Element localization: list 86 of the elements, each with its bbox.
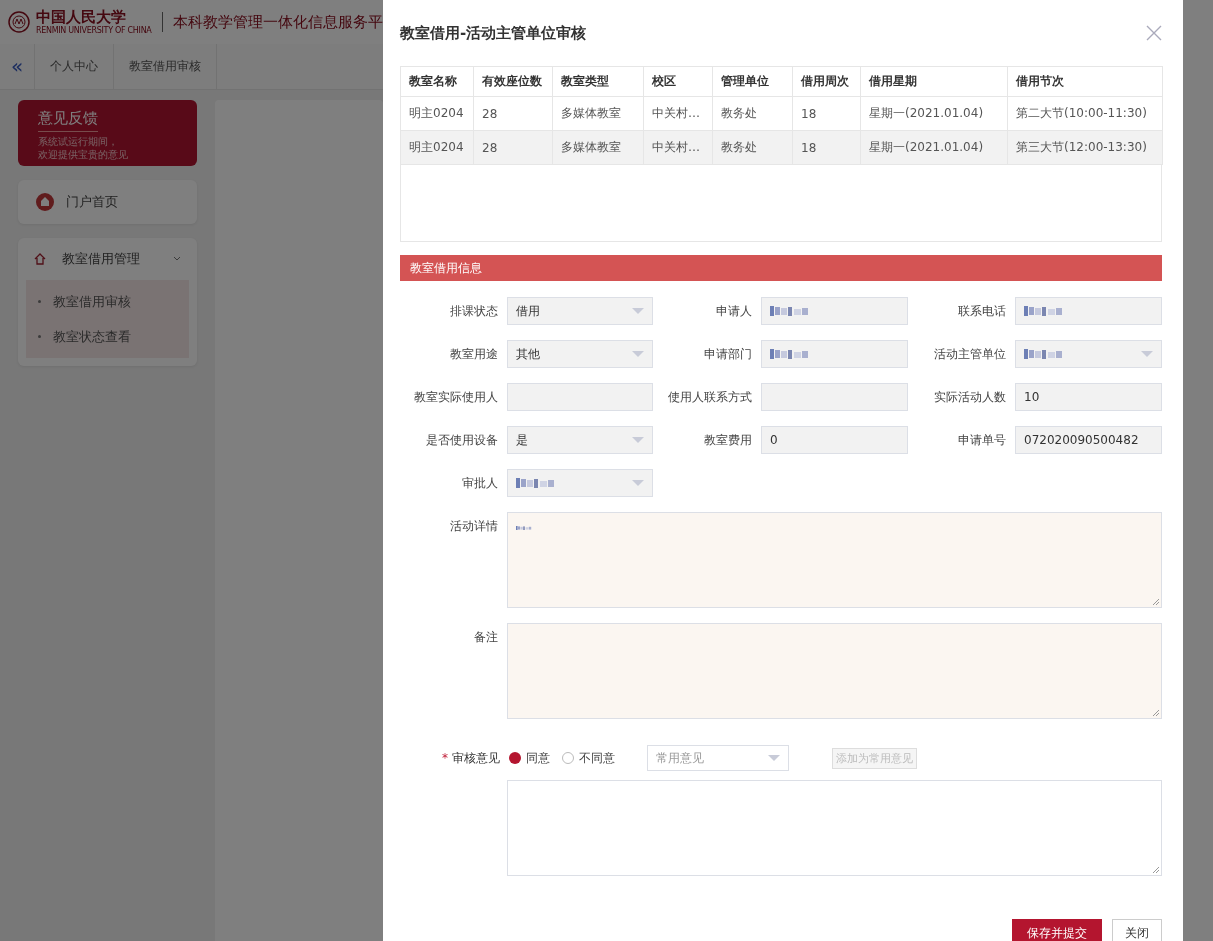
field-label: 申请人 [715, 303, 752, 320]
input-field[interactable] [761, 383, 908, 411]
radio-option[interactable]: 不同意 [562, 749, 615, 767]
table-cell: 明主0204 [400, 96, 474, 131]
field-label: 教室费用 [703, 432, 752, 449]
table-cell: 中关村… [643, 96, 713, 131]
select-field[interactable]: 是 [507, 426, 653, 454]
table-cell: 第三大节(12:00-13:30) [1007, 130, 1163, 165]
close-button[interactable]: 关闭 [1112, 919, 1162, 941]
select-field[interactable]: 其他 [507, 340, 653, 368]
caret-icon [632, 307, 644, 315]
required-mark: * [442, 751, 448, 765]
input-field[interactable]: 10 [1015, 383, 1162, 411]
select-field[interactable] [1015, 340, 1162, 368]
review-comment-field[interactable] [507, 780, 1162, 876]
section-header: 教室借用信息 [400, 255, 1162, 281]
radio-option[interactable]: 同意 [509, 749, 550, 767]
table-cell: 星期一(2021.01.04) [860, 130, 1008, 165]
field-label: 申请部门 [703, 346, 752, 363]
logo-text: 中国人民大学 [36, 9, 127, 25]
dialog-title: 教室借用-活动主管单位审核 [400, 23, 587, 43]
input-field[interactable] [761, 297, 908, 325]
field-label: 联系电话 [957, 303, 1006, 320]
table-cell: 18 [792, 130, 861, 165]
column-header: 教室名称 [400, 66, 474, 97]
feedback-card[interactable]: 意见反馈 系统试运行期间， 欢迎提供宝贵的意见 [18, 100, 197, 166]
table-cell: 教务处 [712, 96, 793, 131]
table-cell: 18 [792, 96, 861, 131]
table-cell: 星期一(2021.01.04) [860, 96, 1008, 131]
house-icon [36, 193, 54, 211]
resize-handle-icon [1152, 598, 1160, 606]
input-field[interactable]: 0 [761, 426, 908, 454]
nav-tab[interactable]: 教室借用审核 [114, 44, 217, 89]
emblem-icon [8, 11, 30, 33]
table-cell: 中关村… [643, 130, 713, 165]
field-label: 审批人 [461, 475, 498, 492]
field-label: 教室用途 [449, 346, 498, 363]
column-header: 借用星期 [860, 66, 1008, 97]
field-label: 备注 [473, 629, 498, 646]
nav-tab[interactable]: 个人中心 [35, 44, 114, 89]
input-field[interactable] [1015, 297, 1162, 325]
app-title: 本科教学管理一体化信息服务平 [172, 12, 383, 32]
close-button[interactable] [1146, 25, 1162, 41]
field-label: 活动详情 [449, 518, 498, 535]
menu-group[interactable]: 教室借用管理 [26, 248, 189, 270]
column-header: 有效座位数 [473, 66, 553, 97]
table-cell: 28 [473, 130, 553, 165]
home-menu-item[interactable]: 门户首页 [18, 180, 197, 224]
table-cell: 多媒体教室 [552, 96, 644, 131]
field-label: 教室实际使用人 [413, 389, 498, 406]
house-icon [34, 253, 46, 265]
field-label: 申请单号 [957, 432, 1006, 449]
field-label: 审核意见 [452, 749, 500, 767]
table-cell: 第二大节(10:00-11:30) [1007, 96, 1163, 131]
select-field[interactable] [507, 469, 653, 497]
column-header: 借用节次 [1007, 66, 1163, 97]
select-field[interactable]: 借用 [507, 297, 653, 325]
resize-handle-icon [1152, 709, 1160, 717]
caret-icon [632, 436, 644, 444]
caret-icon [768, 754, 780, 762]
field-label: 使用人联系方式 [667, 389, 752, 406]
table-cell: 多媒体教室 [552, 130, 644, 165]
text-area[interactable] [507, 512, 1162, 608]
resize-handle-icon [1152, 866, 1160, 874]
column-header: 校区 [643, 66, 713, 97]
logo-subtitle: RENMIN UNIVERSITY OF CHINA [36, 26, 152, 35]
table-cell: 明主0204 [400, 130, 474, 165]
column-header: 管理单位 [712, 66, 793, 97]
field-label: 是否使用设备 [425, 432, 498, 449]
column-header: 借用周次 [792, 66, 861, 97]
column-header: 教室类型 [552, 66, 644, 97]
chevron-icon [173, 256, 181, 262]
text-area[interactable] [507, 623, 1162, 719]
field-label: 实际活动人数 [933, 389, 1006, 406]
table-cell: 教务处 [712, 130, 793, 165]
close-icon [1146, 25, 1162, 41]
input-field[interactable]: 072020090500482 [1015, 426, 1162, 454]
caret-icon [632, 350, 644, 358]
field-label: 排课状态 [449, 303, 498, 320]
field-label: 活动主管单位 [933, 346, 1006, 363]
submit-button[interactable]: 保存并提交 [1012, 919, 1102, 941]
caret-icon [632, 479, 644, 487]
table-cell: 28 [473, 96, 553, 131]
input-field[interactable] [761, 340, 908, 368]
caret-icon [1141, 350, 1153, 358]
input-field[interactable] [507, 383, 653, 411]
